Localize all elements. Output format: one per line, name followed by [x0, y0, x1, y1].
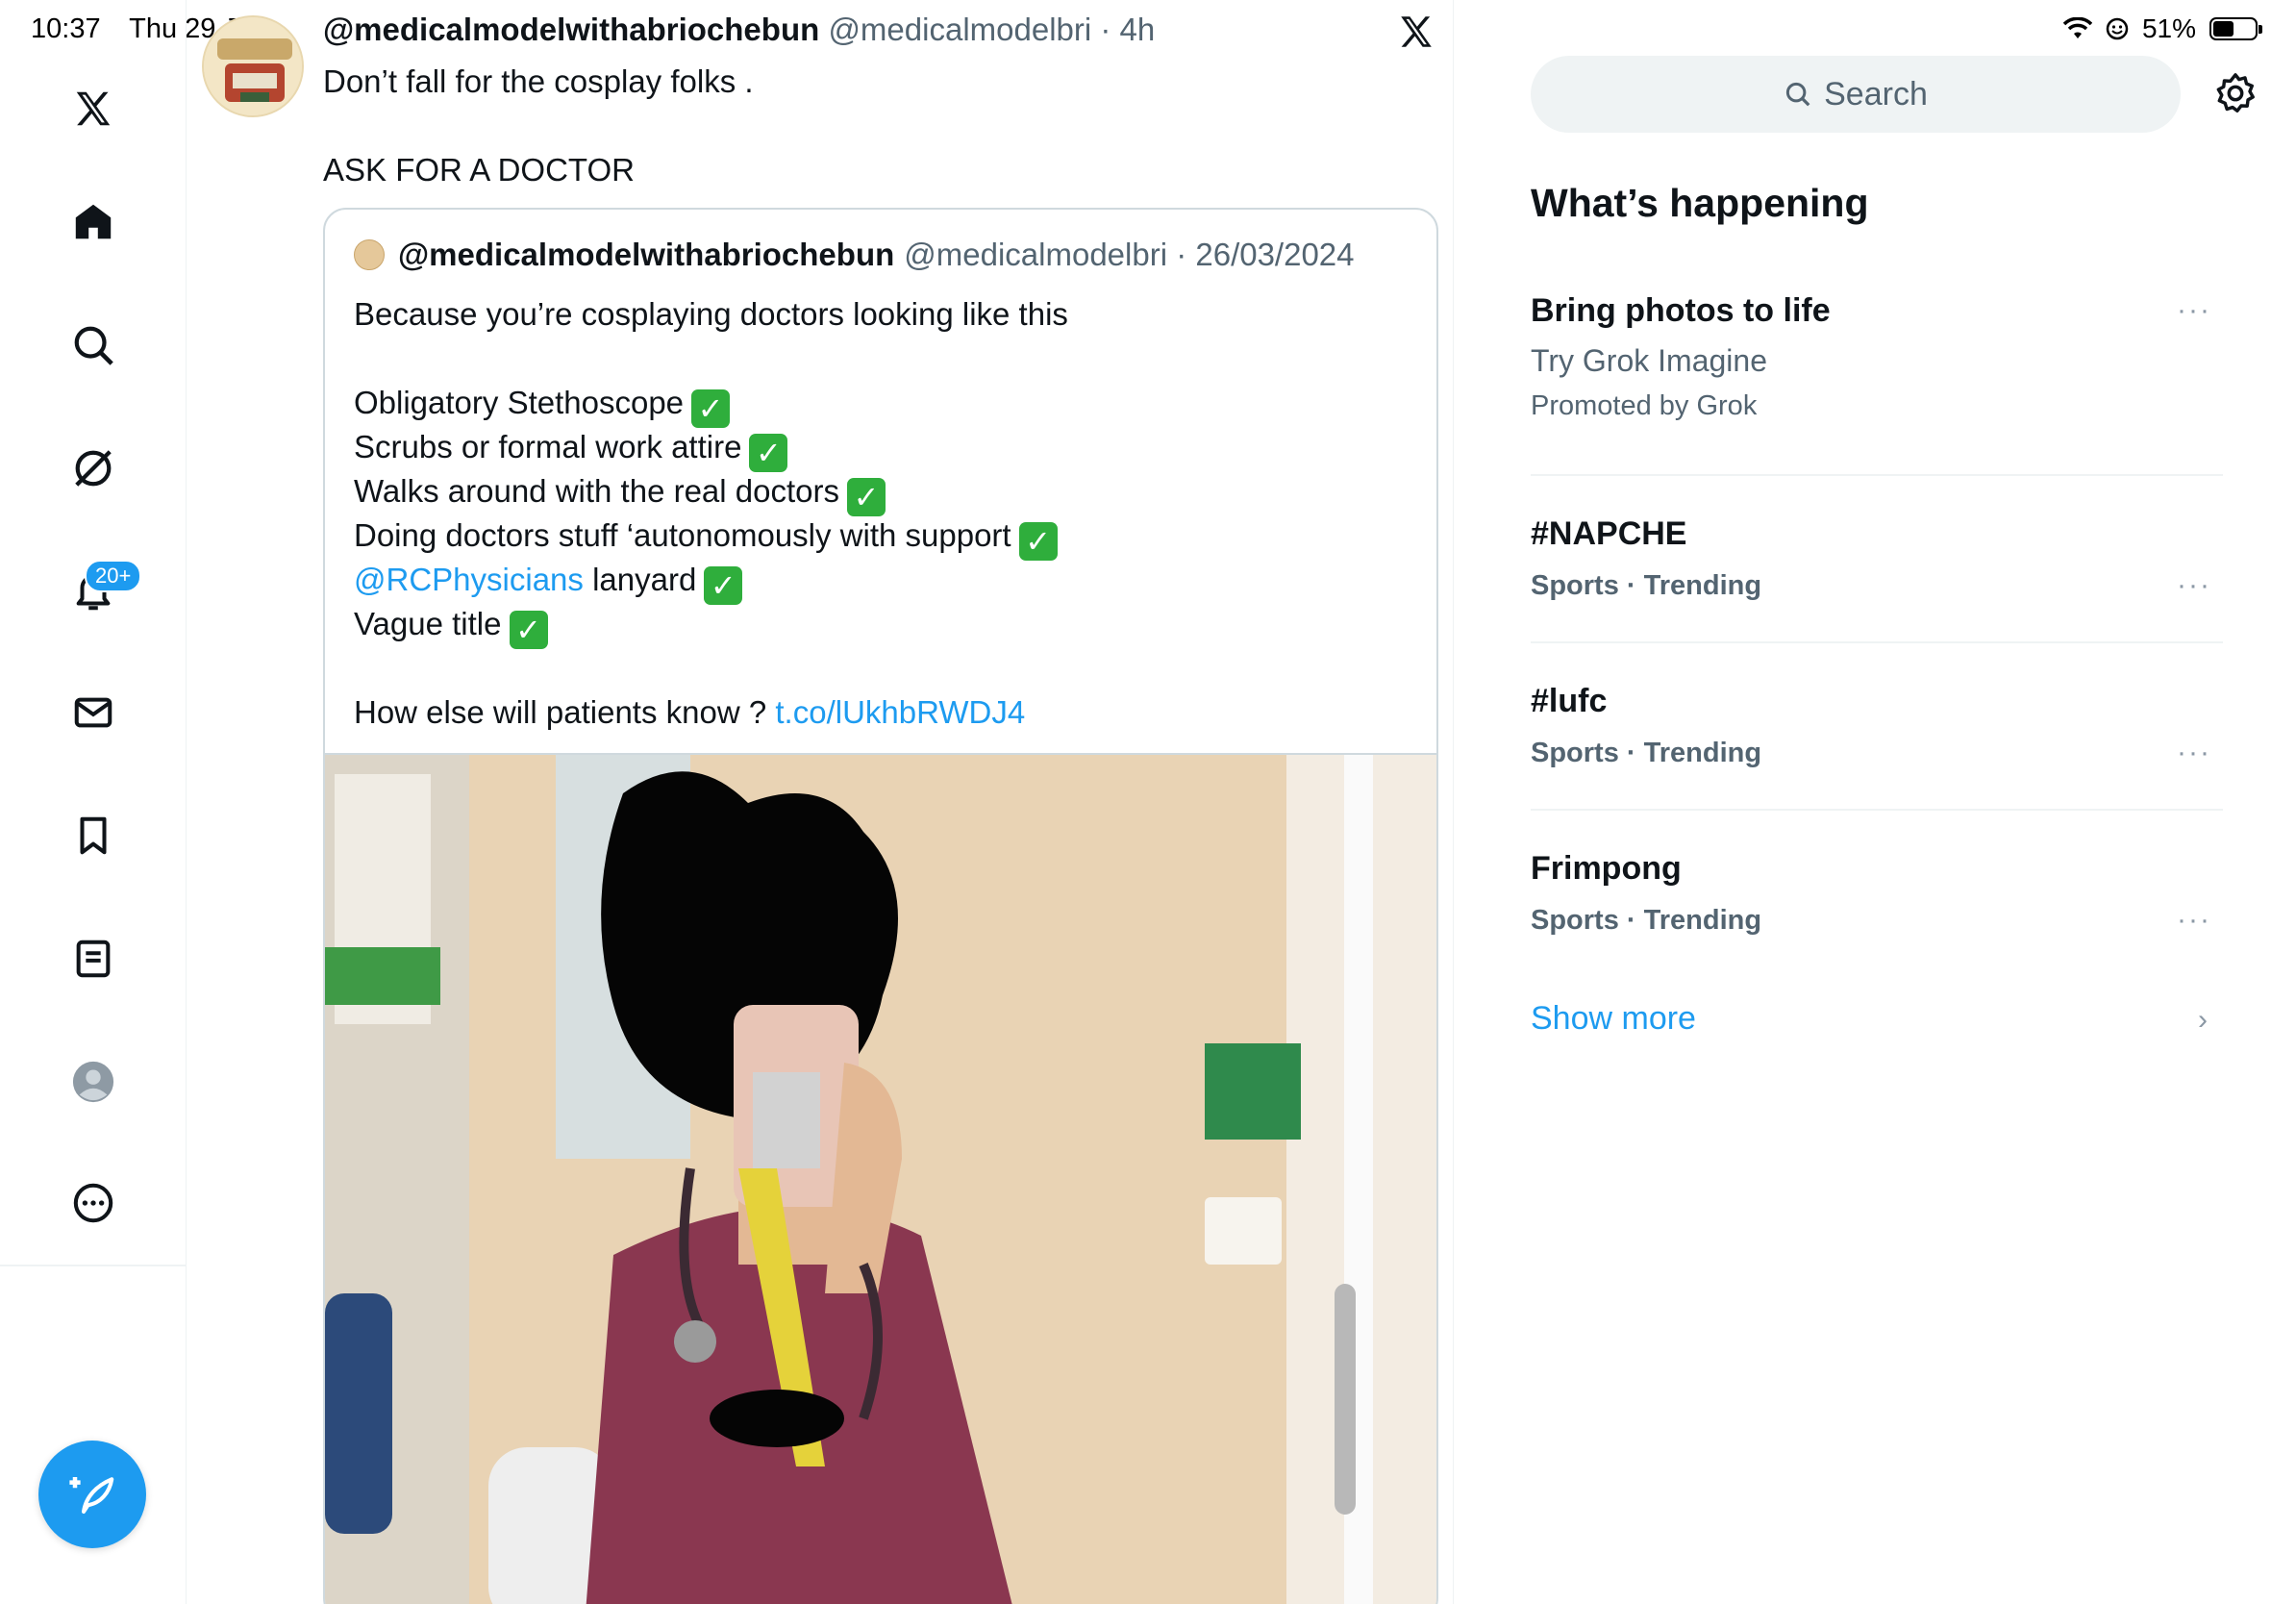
search-icon[interactable]: [60, 312, 127, 379]
more-options-icon[interactable]: ···: [2177, 569, 2211, 602]
search-icon: [1786, 82, 1810, 107]
battery-icon: [2209, 17, 2262, 40]
quote-line: @RCPhysicians lanyard ✓: [354, 558, 1068, 605]
quoted-tweet[interactable]: @medicalmodelwithabriochebun @medicalmod…: [323, 208, 1438, 1604]
x-logo-icon[interactable]: [60, 75, 127, 142]
more-options-icon[interactable]: ···: [2177, 294, 2211, 327]
author-handle-time[interactable]: @medicalmodelbri · 4h: [828, 12, 1155, 47]
trends-title: What’s happening: [1531, 181, 1869, 225]
home-icon[interactable]: [60, 188, 127, 256]
checkmark-emoji-icon: ✓: [749, 434, 788, 472]
focus-mode-icon: [2106, 17, 2129, 40]
trend-item[interactable]: Frimpong Sports · Trending: [1531, 850, 2223, 937]
search-input[interactable]: Search: [1531, 56, 2181, 133]
search-placeholder: Search: [1824, 75, 1928, 113]
gear-icon[interactable]: [2213, 71, 2258, 115]
more-icon[interactable]: [60, 1169, 127, 1237]
quote-author-name[interactable]: @medicalmodelwithabriochebun: [398, 237, 894, 273]
more-options-icon[interactable]: ···: [2177, 737, 2211, 769]
checkmark-emoji-icon: ✓: [1018, 522, 1058, 561]
nav-divider: [0, 1265, 187, 1266]
author-avatar[interactable]: [202, 15, 304, 117]
quote-handle-date: @medicalmodelbri · 26/03/2024: [904, 237, 1355, 272]
messages-envelope-icon[interactable]: [60, 679, 127, 746]
trend-category: Sports · Trending: [1531, 570, 1762, 601]
trend-name: Frimpong: [1531, 850, 1682, 887]
chevron-right-icon: ›: [2198, 1004, 2208, 1036]
promo-label: Promoted by Grok: [1531, 390, 1758, 421]
tweet-header: @medicalmodelwithabriochebun @medicalmod…: [323, 12, 1155, 48]
more-options-icon[interactable]: ···: [2177, 904, 2211, 937]
promo-title: Bring photos to life: [1531, 292, 1831, 329]
bookmark-icon[interactable]: [60, 802, 127, 869]
status-bar-right: 51%: [2062, 13, 2262, 44]
promo-subtitle: Try Grok Imagine: [1531, 343, 1767, 378]
lists-icon[interactable]: [60, 925, 127, 992]
checkmark-emoji-icon: ✓: [847, 478, 886, 516]
checkmark-emoji-icon: ✓: [509, 611, 548, 649]
trend-divider: [1531, 641, 2223, 643]
tweet-text: Don’t fall for the cosplay folks . ASK F…: [323, 63, 754, 188]
trend-item[interactable]: #NAPCHE Sports · Trending: [1531, 515, 2223, 602]
author-name[interactable]: @medicalmodelwithabriochebun: [323, 12, 819, 47]
quote-header: @medicalmodelwithabriochebun @medicalmod…: [354, 237, 1355, 273]
show-more-link[interactable]: Show more: [1531, 1000, 1696, 1038]
checkmark-emoji-icon: ✓: [691, 389, 731, 428]
wifi-icon: [2062, 17, 2092, 38]
quote-line: Walks around with the real doctors ✓: [354, 469, 1068, 516]
quote-line: Doing doctors stuff ‘autonomously with s…: [354, 514, 1068, 561]
promo-trend[interactable]: Bring photos to life Try Grok Imagine Pr…: [1531, 292, 2223, 422]
quote-photo[interactable]: [325, 753, 1436, 1604]
notification-badge: 20+: [85, 560, 142, 592]
profile-avatar-icon[interactable]: [60, 1048, 127, 1115]
trend-category: Sports · Trending: [1531, 738, 1762, 768]
tco-link[interactable]: t.co/lUkhbRWDJ4: [775, 694, 1025, 730]
quote-line: How else will patients know ? t.co/lUkhb…: [354, 694, 1026, 730]
trend-name: #lufc: [1531, 683, 1608, 719]
quote-text: Because you’re cosplaying doctors lookin…: [354, 292, 1068, 735]
trend-divider: [1531, 474, 2223, 476]
compose-post-button[interactable]: [38, 1441, 146, 1548]
trend-divider: [1531, 809, 2223, 811]
quote-line: Because you’re cosplaying doctors lookin…: [354, 296, 1068, 332]
checkmark-emoji-icon: ✓: [704, 566, 743, 605]
mention-link[interactable]: @RCPhysicians: [354, 562, 584, 597]
left-nav: 20+: [0, 0, 187, 1604]
quote-line: Vague title ✓: [354, 602, 1068, 649]
battery-percent: 51%: [2141, 13, 2196, 43]
quote-author-avatar: [354, 239, 385, 270]
x-logo-close-icon[interactable]: [1396, 12, 1436, 52]
trend-item[interactable]: #lufc Sports · Trending: [1531, 683, 2223, 769]
compose-feather-icon: [69, 1477, 114, 1515]
quote-line: Obligatory Stethoscope ✓: [354, 381, 1068, 428]
trend-category: Sports · Trending: [1531, 905, 1762, 936]
trend-name: #NAPCHE: [1531, 515, 1687, 552]
quote-line: Scrubs or formal work attire ✓: [354, 425, 1068, 472]
grok-icon[interactable]: [60, 435, 127, 502]
